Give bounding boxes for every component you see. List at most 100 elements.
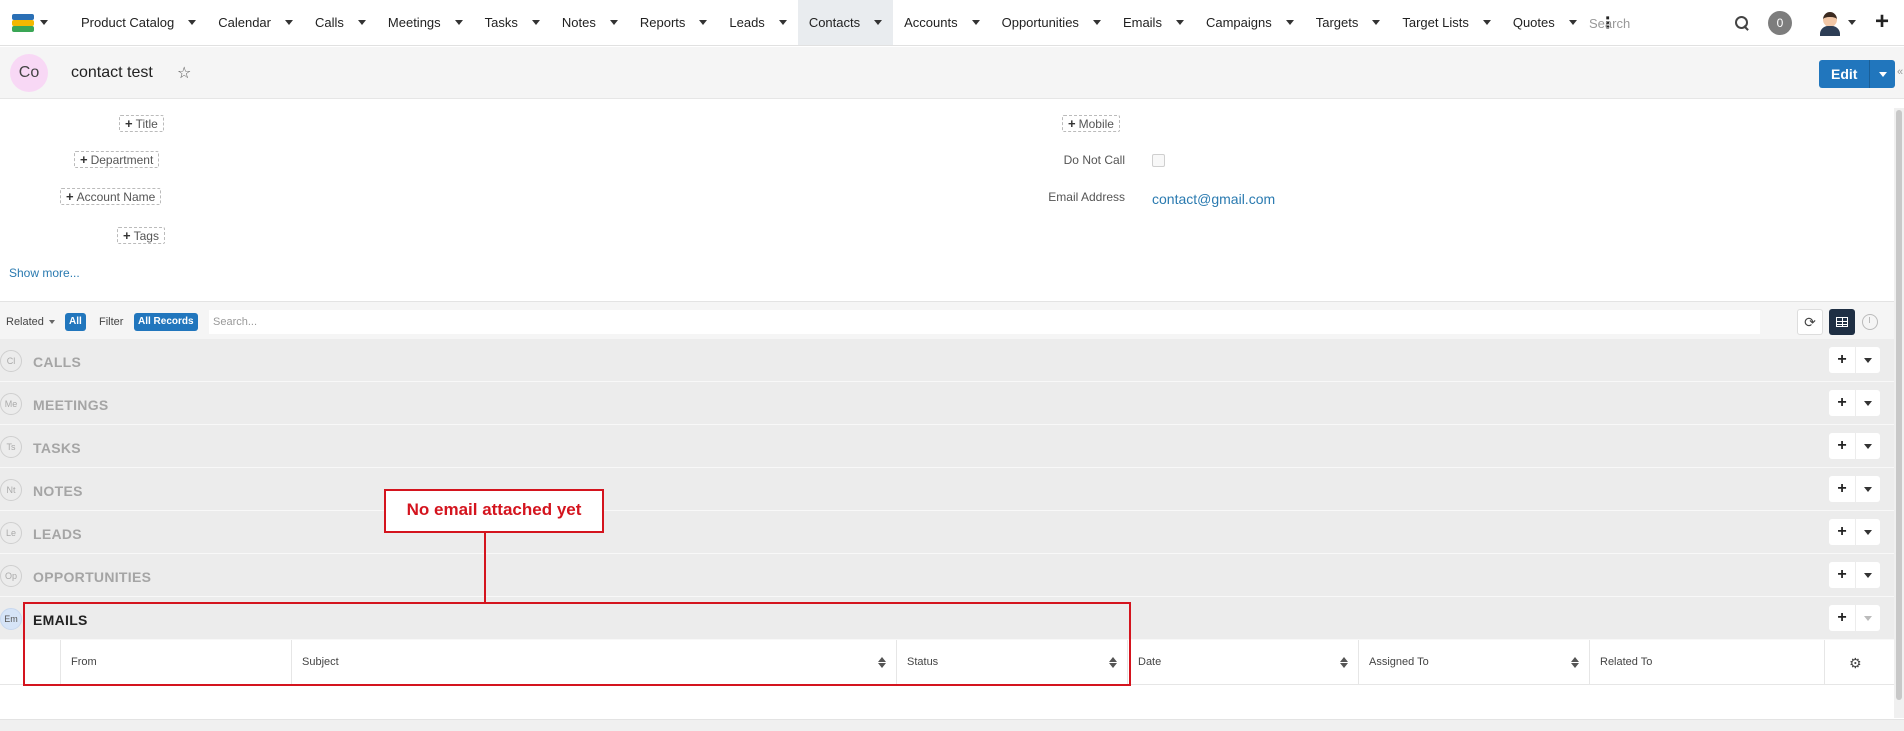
show-more-link[interactable]: Show more... [9, 266, 80, 280]
subpanel-dropdown[interactable] [1856, 433, 1880, 459]
subpanel-dropdown[interactable] [1856, 476, 1880, 502]
subpanel-notes[interactable]: Nt NOTES + [0, 468, 1904, 511]
subpanel-title[interactable]: MEETINGS [33, 397, 109, 413]
add-plus-icon[interactable]: + [1829, 476, 1855, 502]
edit-button[interactable]: Edit [1819, 60, 1870, 88]
field-label: Account Name [76, 189, 156, 204]
subpanel-dropdown[interactable] [1856, 605, 1880, 631]
favorite-star-icon[interactable]: ☆ [177, 63, 191, 83]
do-not-call-checkbox[interactable] [1152, 154, 1165, 167]
subpanel-opportunities[interactable]: Op OPPORTUNITIES + [0, 554, 1904, 597]
notification-badge[interactable]: 0 [1768, 11, 1792, 35]
add-account-name-field[interactable]: + Account Name [60, 188, 162, 205]
email-address-link[interactable]: contact@gmail.com [1152, 191, 1275, 207]
quick-create-plus-icon[interactable]: + [1875, 10, 1889, 34]
chevron-down-icon[interactable] [699, 20, 708, 25]
related-search-input[interactable]: Search... [209, 310, 1760, 334]
scrollbar-thumb[interactable] [1896, 110, 1902, 700]
global-search-input[interactable]: Search [1583, 9, 1753, 37]
add-title-field[interactable]: + Title [119, 115, 164, 132]
subpanel-meetings[interactable]: Me MEETINGS + [0, 382, 1904, 425]
nav-tab-contacts[interactable]: Contacts [797, 0, 894, 45]
subpanel-title[interactable]: NOTES [33, 483, 83, 499]
add-plus-icon[interactable]: + [1829, 390, 1855, 416]
column-header-date[interactable]: Date [1127, 640, 1358, 685]
add-department-field[interactable]: + Department [74, 151, 160, 168]
chevron-down-icon[interactable] [454, 20, 463, 25]
nav-tab-emails[interactable]: Emails [1112, 0, 1195, 45]
gear-icon[interactable]: ⚙ [1849, 655, 1862, 672]
subpanel-title[interactable]: TASKS [33, 440, 81, 456]
chevron-down-icon[interactable] [188, 20, 197, 25]
refresh-icon[interactable]: ⟳ [1797, 309, 1823, 335]
subpanel-dropdown[interactable] [1856, 390, 1880, 416]
chevron-down-icon[interactable] [609, 20, 618, 25]
chevron-left-icon[interactable]: « [1897, 66, 1903, 78]
chevron-down-icon[interactable] [778, 20, 787, 25]
subpanel-dropdown[interactable] [1856, 562, 1880, 588]
nav-tab-product-catalog[interactable]: Product Catalog [70, 0, 207, 45]
search-icon[interactable] [1735, 16, 1749, 30]
nav-tab-meetings[interactable]: Meetings [377, 0, 474, 45]
chevron-down-icon[interactable] [1848, 20, 1856, 25]
chevron-down-icon[interactable] [1092, 20, 1101, 25]
add-plus-icon[interactable]: + [1829, 562, 1855, 588]
clock-icon[interactable] [1862, 314, 1878, 330]
nav-tab-label: Leads [729, 15, 765, 30]
vertical-scrollbar[interactable] [1894, 108, 1904, 718]
add-mobile-field[interactable]: + Mobile [1062, 115, 1120, 132]
subpanel-title[interactable]: OPPORTUNITIES [33, 569, 151, 585]
column-header-related-to[interactable]: Related To [1589, 640, 1824, 685]
chevron-down-icon[interactable] [874, 20, 883, 25]
footer-strip [0, 719, 1904, 731]
nav-tab-tasks[interactable]: Tasks [474, 0, 551, 45]
column-header-assigned-to[interactable]: Assigned To [1358, 640, 1589, 685]
subpanel-calls[interactable]: Cl CALLS + [0, 339, 1904, 382]
plus-icon: + [125, 116, 133, 131]
nav-tab-targets[interactable]: Targets [1305, 0, 1392, 45]
nav-tab-accounts[interactable]: Accounts [893, 0, 990, 45]
subpanel-title[interactable]: LEADS [33, 526, 82, 542]
nav-tab-leads[interactable]: Leads [718, 0, 797, 45]
subpanel-leads[interactable]: Le LEADS + [0, 511, 1904, 554]
field-label: Title [135, 116, 158, 131]
nav-tab-label: Accounts [904, 15, 958, 30]
nav-tab-campaigns[interactable]: Campaigns [1195, 0, 1305, 45]
edit-button-group[interactable]: Edit [1819, 60, 1896, 88]
add-plus-icon[interactable]: + [1829, 347, 1855, 373]
chevron-down-icon[interactable] [1482, 20, 1491, 25]
nav-tab-reports[interactable]: Reports [629, 0, 719, 45]
chevron-down-icon[interactable] [357, 20, 366, 25]
add-plus-icon[interactable]: + [1829, 519, 1855, 545]
subpanel-tasks[interactable]: Ts TASKS + [0, 425, 1904, 468]
sort-icon[interactable] [1571, 657, 1579, 668]
chevron-down-icon[interactable] [1285, 20, 1294, 25]
add-plus-icon[interactable]: + [1829, 605, 1855, 631]
subpanel-title[interactable]: CALLS [33, 354, 81, 370]
nav-tab-calendar[interactable]: Calendar [207, 0, 304, 45]
chevron-down-icon[interactable] [1568, 20, 1577, 25]
nav-tab-target-lists[interactable]: Target Lists [1391, 0, 1501, 45]
chevron-down-icon[interactable] [1175, 20, 1184, 25]
chevron-down-icon[interactable] [1372, 20, 1381, 25]
nav-tab-opportunities[interactable]: Opportunities [991, 0, 1112, 45]
related-all-badge[interactable]: All [65, 313, 86, 331]
sort-icon[interactable] [1340, 657, 1348, 668]
app-logo-menu[interactable] [0, 0, 70, 45]
chevron-down-icon[interactable] [531, 20, 540, 25]
nav-tab-calls[interactable]: Calls [304, 0, 377, 45]
chevron-down-icon [1878, 71, 1887, 77]
filter-all-records-badge[interactable]: All Records [134, 313, 198, 331]
nav-tab-notes[interactable]: Notes [551, 0, 629, 45]
chevron-down-icon[interactable] [971, 20, 980, 25]
edit-dropdown-toggle[interactable] [1869, 60, 1896, 88]
chevron-down-icon[interactable] [285, 20, 293, 25]
related-dropdown[interactable]: Related [6, 316, 55, 328]
add-plus-icon[interactable]: + [1829, 433, 1855, 459]
table-view-icon[interactable] [1829, 309, 1855, 335]
subpanel-dropdown[interactable] [1856, 347, 1880, 373]
add-tags-field[interactable]: + Tags [117, 227, 165, 244]
user-avatar[interactable] [1817, 9, 1843, 37]
subpanel-dropdown[interactable] [1856, 519, 1880, 545]
nav-tab-quotes[interactable]: Quotes [1502, 0, 1588, 45]
